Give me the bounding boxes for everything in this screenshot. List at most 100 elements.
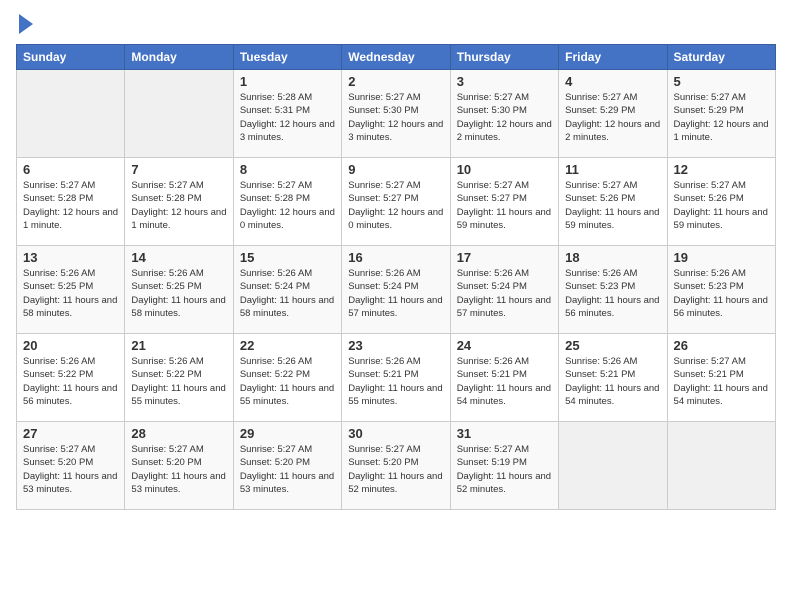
day-info: Sunrise: 5:26 AMSunset: 5:21 PMDaylight:…	[348, 355, 443, 408]
day-info: Sunrise: 5:26 AMSunset: 5:25 PMDaylight:…	[23, 267, 118, 320]
day-info: Sunrise: 5:26 AMSunset: 5:21 PMDaylight:…	[457, 355, 552, 408]
column-header-friday: Friday	[559, 45, 667, 70]
calendar-cell	[125, 70, 233, 158]
day-number: 29	[240, 426, 335, 441]
day-number: 13	[23, 250, 118, 265]
day-info: Sunrise: 5:26 AMSunset: 5:22 PMDaylight:…	[131, 355, 226, 408]
week-row-1: 1 Sunrise: 5:28 AMSunset: 5:31 PMDaylight…	[17, 70, 776, 158]
day-number: 30	[348, 426, 443, 441]
week-row-2: 6 Sunrise: 5:27 AMSunset: 5:28 PMDaylight…	[17, 158, 776, 246]
day-info: Sunrise: 5:26 AMSunset: 5:22 PMDaylight:…	[240, 355, 335, 408]
day-number: 21	[131, 338, 226, 353]
day-info: Sunrise: 5:27 AMSunset: 5:28 PMDaylight:…	[240, 179, 335, 232]
calendar-cell: 14Sunrise: 5:26 AMSunset: 5:25 PMDayligh…	[125, 246, 233, 334]
day-info: Sunrise: 5:27 AMSunset: 5:28 PMDaylight:…	[131, 179, 226, 232]
day-info: Sunrise: 5:26 AMSunset: 5:23 PMDaylight:…	[565, 267, 660, 320]
day-number: 22	[240, 338, 335, 353]
calendar-cell: 10 Sunrise: 5:27 AMSunset: 5:27 PMDayligh…	[450, 158, 558, 246]
calendar-cell: 15Sunrise: 5:26 AMSunset: 5:24 PMDayligh…	[233, 246, 341, 334]
calendar-cell: 1 Sunrise: 5:28 AMSunset: 5:31 PMDaylight…	[233, 70, 341, 158]
calendar-header-row: SundayMondayTuesdayWednesdayThursdayFrid…	[17, 45, 776, 70]
day-info: Sunrise: 5:27 AMSunset: 5:26 PMDaylight:…	[565, 179, 660, 232]
calendar-cell: 19 Sunrise: 5:26 AMSunset: 5:23 PMDayligh…	[667, 246, 775, 334]
logo	[16, 16, 33, 34]
calendar-cell	[559, 422, 667, 510]
calendar-cell: 6Sunrise: 5:27 AMSunset: 5:28 PMDaylight…	[17, 158, 125, 246]
day-number: 11	[565, 162, 660, 177]
day-number: 5	[674, 74, 769, 89]
calendar-cell: 7 Sunrise: 5:27 AMSunset: 5:28 PMDaylight…	[125, 158, 233, 246]
day-info: Sunrise: 5:27 AMSunset: 5:30 PMDaylight:…	[457, 91, 552, 144]
day-number: 31	[457, 426, 552, 441]
calendar-cell: 21 Sunrise: 5:26 AMSunset: 5:22 PMDayligh…	[125, 334, 233, 422]
day-number: 20	[23, 338, 118, 353]
day-info: Sunrise: 5:27 AMSunset: 5:20 PMDaylight:…	[131, 443, 226, 496]
page-header	[16, 16, 776, 34]
day-info: Sunrise: 5:27 AMSunset: 5:27 PMDaylight:…	[457, 179, 552, 232]
logo-arrow-icon	[19, 14, 33, 34]
calendar-cell: 3 Sunrise: 5:27 AMSunset: 5:30 PMDaylight…	[450, 70, 558, 158]
day-number: 26	[674, 338, 769, 353]
calendar-cell: 27 Sunrise: 5:27 AMSunset: 5:20 PMDayligh…	[17, 422, 125, 510]
day-info: Sunrise: 5:27 AMSunset: 5:21 PMDaylight:…	[674, 355, 769, 408]
column-header-monday: Monday	[125, 45, 233, 70]
day-number: 16	[348, 250, 443, 265]
calendar-cell	[667, 422, 775, 510]
day-info: Sunrise: 5:27 AMSunset: 5:20 PMDaylight:…	[348, 443, 443, 496]
calendar-cell: 24 Sunrise: 5:26 AMSunset: 5:21 PMDayligh…	[450, 334, 558, 422]
day-info: Sunrise: 5:27 AMSunset: 5:29 PMDaylight:…	[565, 91, 660, 144]
calendar-cell: 25 Sunrise: 5:26 AMSunset: 5:21 PMDayligh…	[559, 334, 667, 422]
day-number: 28	[131, 426, 226, 441]
calendar-cell: 18 Sunrise: 5:26 AMSunset: 5:23 PMDayligh…	[559, 246, 667, 334]
day-number: 9	[348, 162, 443, 177]
day-info: Sunrise: 5:26 AMSunset: 5:23 PMDaylight:…	[674, 267, 769, 320]
day-number: 8	[240, 162, 335, 177]
calendar-cell: 20 Sunrise: 5:26 AMSunset: 5:22 PMDayligh…	[17, 334, 125, 422]
calendar-cell: 28 Sunrise: 5:27 AMSunset: 5:20 PMDayligh…	[125, 422, 233, 510]
day-info: Sunrise: 5:27 AMSunset: 5:26 PMDaylight:…	[674, 179, 769, 232]
day-number: 25	[565, 338, 660, 353]
day-info: Sunrise: 5:26 AMSunset: 5:21 PMDaylight:…	[565, 355, 660, 408]
day-info: Sunrise: 5:26 AMSunset: 5:25 PMDaylight:…	[131, 267, 226, 320]
calendar-cell: 11 Sunrise: 5:27 AMSunset: 5:26 PMDayligh…	[559, 158, 667, 246]
day-number: 27	[23, 426, 118, 441]
column-header-tuesday: Tuesday	[233, 45, 341, 70]
calendar-cell: 29Sunrise: 5:27 AMSunset: 5:20 PMDayligh…	[233, 422, 341, 510]
calendar-cell: 17 Sunrise: 5:26 AMSunset: 5:24 PMDayligh…	[450, 246, 558, 334]
column-header-saturday: Saturday	[667, 45, 775, 70]
day-number: 6	[23, 162, 118, 177]
day-number: 7	[131, 162, 226, 177]
week-row-3: 13 Sunrise: 5:26 AMSunset: 5:25 PMDayligh…	[17, 246, 776, 334]
calendar-cell: 4Sunrise: 5:27 AMSunset: 5:29 PMDaylight…	[559, 70, 667, 158]
calendar-cell: 31Sunrise: 5:27 AMSunset: 5:19 PMDayligh…	[450, 422, 558, 510]
day-info: Sunrise: 5:27 AMSunset: 5:27 PMDaylight:…	[348, 179, 443, 232]
day-number: 1	[240, 74, 335, 89]
day-number: 17	[457, 250, 552, 265]
day-number: 24	[457, 338, 552, 353]
day-info: Sunrise: 5:26 AMSunset: 5:24 PMDaylight:…	[348, 267, 443, 320]
calendar-table: SundayMondayTuesdayWednesdayThursdayFrid…	[16, 44, 776, 510]
day-number: 10	[457, 162, 552, 177]
day-number: 23	[348, 338, 443, 353]
calendar-cell: 5 Sunrise: 5:27 AMSunset: 5:29 PMDaylight…	[667, 70, 775, 158]
day-number: 3	[457, 74, 552, 89]
calendar-cell: 8 Sunrise: 5:27 AMSunset: 5:28 PMDaylight…	[233, 158, 341, 246]
day-info: Sunrise: 5:26 AMSunset: 5:22 PMDaylight:…	[23, 355, 118, 408]
day-info: Sunrise: 5:27 AMSunset: 5:29 PMDaylight:…	[674, 91, 769, 144]
day-number: 2	[348, 74, 443, 89]
column-header-wednesday: Wednesday	[342, 45, 450, 70]
day-info: Sunrise: 5:27 AMSunset: 5:20 PMDaylight:…	[23, 443, 118, 496]
week-row-5: 27 Sunrise: 5:27 AMSunset: 5:20 PMDayligh…	[17, 422, 776, 510]
day-number: 12	[674, 162, 769, 177]
day-info: Sunrise: 5:28 AMSunset: 5:31 PMDaylight:…	[240, 91, 335, 144]
calendar-cell: 23 Sunrise: 5:26 AMSunset: 5:21 PMDayligh…	[342, 334, 450, 422]
column-header-sunday: Sunday	[17, 45, 125, 70]
calendar-cell: 13 Sunrise: 5:26 AMSunset: 5:25 PMDayligh…	[17, 246, 125, 334]
calendar-cell: 16 Sunrise: 5:26 AMSunset: 5:24 PMDayligh…	[342, 246, 450, 334]
calendar-cell: 9 Sunrise: 5:27 AMSunset: 5:27 PMDaylight…	[342, 158, 450, 246]
day-number: 19	[674, 250, 769, 265]
calendar-cell: 12 Sunrise: 5:27 AMSunset: 5:26 PMDayligh…	[667, 158, 775, 246]
week-row-4: 20 Sunrise: 5:26 AMSunset: 5:22 PMDayligh…	[17, 334, 776, 422]
day-info: Sunrise: 5:26 AMSunset: 5:24 PMDaylight:…	[457, 267, 552, 320]
day-number: 18	[565, 250, 660, 265]
